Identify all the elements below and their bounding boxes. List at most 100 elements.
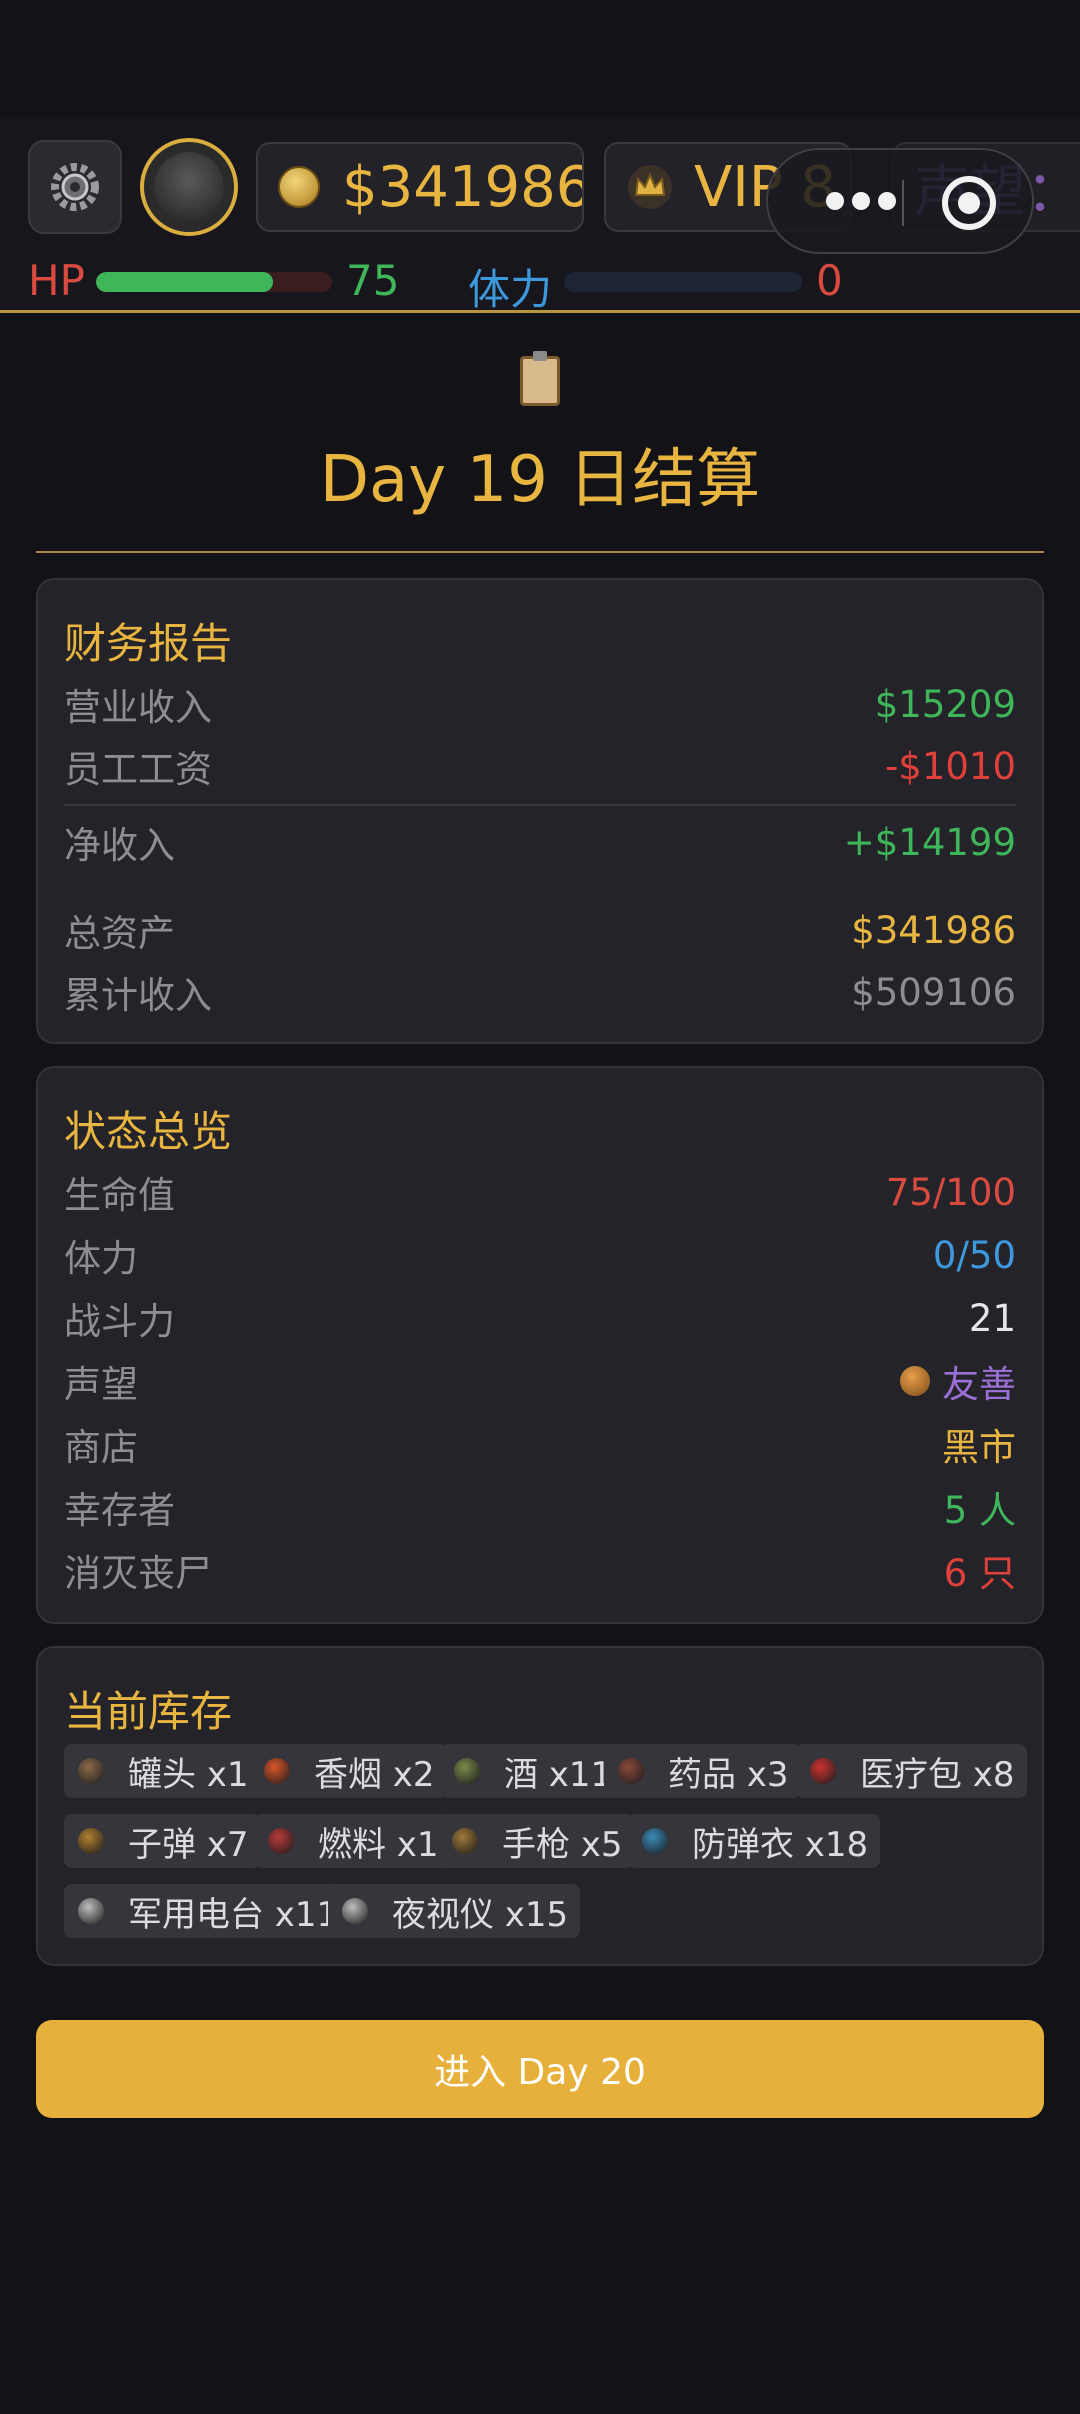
inventory-card: 当前库存 罐头 x1 香烟 x2 酒 x11 药品 x3 医疗包 x8 子弹 x… <box>36 1646 1044 1966</box>
item-label: 子弹 x7 <box>128 1824 249 1865</box>
row-value: +$14199 <box>843 820 1016 864</box>
row-value: 黑市 <box>942 1426 1016 1469</box>
item-label: 罐头 x1 <box>128 1754 249 1795</box>
inventory-heading: 当前库存 <box>64 1687 233 1736</box>
coin-icon <box>278 166 320 208</box>
row-label: 累计收入 <box>64 974 212 1017</box>
row-label: 幸存者 <box>64 1489 175 1532</box>
inventory-item[interactable]: 香烟 x2 <box>250 1744 447 1798</box>
row-value: 75/100 <box>885 1170 1016 1214</box>
inventory-item[interactable]: 罐头 x1 <box>64 1744 261 1798</box>
item-label: 夜视仪 x15 <box>392 1894 569 1935</box>
finance-row-wages: 员工工资 -$1010 <box>64 736 1016 796</box>
item-label: 医疗包 x8 <box>860 1754 1015 1795</box>
item-label: 酒 x11 <box>504 1754 613 1795</box>
row-label: 总资产 <box>64 912 175 955</box>
close-target-icon[interactable] <box>942 176 996 230</box>
inventory-item[interactable]: 军用电台 x11 <box>64 1884 351 1938</box>
miniprogram-capsule <box>766 148 1034 254</box>
stamina-label: 体力 <box>468 265 553 314</box>
crown-icon <box>628 165 672 209</box>
row-label: 体力 <box>64 1237 138 1280</box>
row-value: 5 人 <box>943 1489 1016 1532</box>
row-value: 21 <box>968 1296 1016 1340</box>
item-label: 军用电台 x11 <box>128 1894 339 1935</box>
nvg-icon <box>342 1898 368 1924</box>
row-label: 消灭丧尸 <box>64 1552 212 1595</box>
row-value: 0/50 <box>932 1233 1016 1277</box>
hp-bar <box>96 272 332 292</box>
row-value: $15209 <box>874 682 1016 726</box>
status-row-stamina: 体力 0/50 <box>64 1225 1016 1285</box>
status-row-reputation: 声望 友善 <box>64 1351 1016 1411</box>
inventory-item[interactable]: 防弹衣 x18 <box>628 1814 881 1868</box>
row-label: 战斗力 <box>64 1300 175 1343</box>
avatar[interactable] <box>140 138 238 236</box>
settings-button[interactable] <box>28 140 122 234</box>
row-value: $509106 <box>851 970 1016 1014</box>
status-row-survivors: 幸存者 5 人 <box>64 1477 1016 1537</box>
finance-row-total-assets: 总资产 $341986 <box>64 900 1016 960</box>
inventory-item[interactable]: 夜视仪 x15 <box>328 1884 581 1938</box>
bullet-icon <box>78 1828 104 1854</box>
medicine-icon <box>618 1758 644 1784</box>
status-row-shop: 商店 黑市 <box>64 1414 1016 1474</box>
more-icon[interactable] <box>826 192 896 210</box>
can-icon <box>78 1758 104 1784</box>
finance-card: 财务报告 营业收入 $15209 员工工资 -$1010 净收入 +$14199… <box>36 578 1044 1044</box>
medkit-icon <box>810 1758 836 1784</box>
row-value: -$1010 <box>884 744 1016 788</box>
soldier-avatar-icon <box>154 152 224 222</box>
finance-divider <box>64 804 1016 806</box>
finance-row-net: 净收入 +$14199 <box>64 812 1016 872</box>
cigarette-icon <box>264 1758 290 1784</box>
page-title: Day 19 日结算 <box>319 443 761 517</box>
inventory-item[interactable]: 子弹 x7 <box>64 1814 261 1868</box>
status-card: 状态总览 生命值 75/100 体力 0/50 战斗力 21 声望 友善 商店 … <box>36 1066 1044 1624</box>
stamina-bar <box>564 272 802 292</box>
status-heading: 状态总览 <box>64 1107 233 1156</box>
row-value: $341986 <box>851 908 1016 952</box>
status-row-hp: 生命值 75/100 <box>64 1162 1016 1222</box>
money-value: $341986 <box>342 154 584 220</box>
bottle-icon <box>454 1758 480 1784</box>
radio-icon <box>78 1898 104 1924</box>
row-label: 营业收入 <box>64 686 212 729</box>
row-label: 员工工资 <box>64 748 212 791</box>
gear-icon <box>51 163 99 211</box>
hp-bar-fill <box>96 272 273 292</box>
row-value: 6 只 <box>943 1552 1016 1595</box>
item-label: 燃料 x1 <box>318 1824 439 1865</box>
vest-icon <box>642 1828 668 1854</box>
hp-value: 75 <box>346 256 400 305</box>
inventory-item[interactable]: 燃料 x1 <box>254 1814 451 1868</box>
inventory-item[interactable]: 手枪 x5 <box>438 1814 635 1868</box>
hp-label: HP <box>28 256 85 305</box>
money-pill: $341986 <box>256 142 584 232</box>
pistol-icon <box>452 1828 478 1854</box>
inventory-item[interactable]: 医疗包 x8 <box>796 1744 1027 1798</box>
status-row-combat: 战斗力 21 <box>64 1288 1016 1348</box>
item-label: 防弹衣 x18 <box>692 1824 869 1865</box>
item-label: 香烟 x2 <box>314 1754 435 1795</box>
inventory-item[interactable]: 药品 x3 <box>604 1744 801 1798</box>
finance-row-cumulative: 累计收入 $509106 <box>64 962 1016 1022</box>
badge-star-icon <box>900 1366 930 1396</box>
clipboard-icon <box>520 351 560 406</box>
fuel-icon <box>268 1828 294 1854</box>
inventory-item[interactable]: 酒 x11 <box>440 1744 625 1798</box>
item-label: 药品 x3 <box>668 1754 789 1795</box>
row-label: 声望 <box>64 1363 138 1406</box>
row-label: 商店 <box>64 1426 138 1469</box>
finance-row-revenue: 营业收入 $15209 <box>64 674 1016 734</box>
reputation-value-group: 友善 <box>900 1354 1016 1408</box>
title-divider <box>36 551 1044 553</box>
finance-heading: 财务报告 <box>64 619 233 668</box>
status-row-zombies: 消灭丧尸 6 只 <box>64 1540 1016 1600</box>
row-label: 生命值 <box>64 1174 175 1217</box>
row-label: 净收入 <box>64 824 175 867</box>
stamina-value: 0 <box>816 256 843 305</box>
next-day-button[interactable]: 进入 Day 20 <box>36 2020 1044 2118</box>
item-label: 手枪 x5 <box>502 1824 623 1865</box>
row-value: 友善 <box>942 1363 1016 1406</box>
